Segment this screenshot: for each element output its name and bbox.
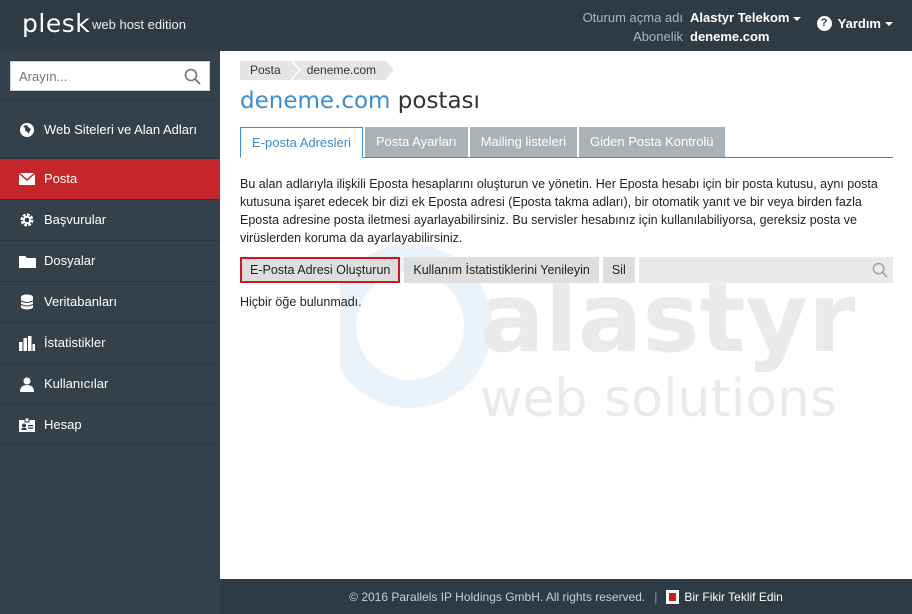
refresh-stats-button[interactable]: Kullanım İstatistiklerini Yenileyin — [404, 257, 599, 283]
suggest-idea-link[interactable]: Bir Fikir Teklif Edin — [666, 589, 783, 604]
sidebar-item-statistics[interactable]: İstatistikler — [0, 322, 220, 363]
help-label: Yardım — [837, 16, 881, 31]
account-info: Oturum açma adı Alastyr Telekom Abonelik… — [573, 8, 802, 46]
create-email-button[interactable]: E-Posta Adresi Oluşturun — [240, 257, 401, 283]
list-search-field[interactable] — [638, 257, 893, 283]
edition-label: web host edition — [92, 17, 186, 32]
login-name-menu[interactable]: Alastyr Telekom — [690, 8, 802, 27]
search-input[interactable] — [11, 62, 181, 90]
database-icon — [18, 294, 36, 310]
envelope-icon — [18, 171, 36, 187]
page-title-domain: deneme.com — [240, 88, 391, 114]
globe-icon — [18, 122, 36, 138]
breadcrumb-item-domain[interactable]: deneme.com — [292, 61, 395, 80]
page-title: deneme.com postası — [240, 88, 480, 114]
help-menu[interactable]: ? Yardım — [816, 16, 893, 31]
toolbar: E-Posta Adresi Oluşturun Kullanım İstati… — [240, 257, 893, 283]
copyright-text: © 2016 Parallels IP Holdings GmbH. All r… — [349, 589, 646, 604]
tab-email-addresses[interactable]: E-posta Adresleri — [240, 127, 363, 158]
footer-separator: | — [654, 589, 658, 604]
chevron-down-icon — [885, 21, 893, 26]
bar-chart-icon — [18, 335, 36, 351]
tab-outgoing-mail-control[interactable]: Giden Posta Kontrolü — [578, 127, 725, 157]
main-content: alastyr web solutions Posta deneme.com d… — [220, 51, 912, 579]
subscription-value: deneme.com — [690, 29, 770, 44]
sidebar-item-mail[interactable]: Posta — [0, 158, 220, 199]
plesk-logo[interactable]: plesk — [22, 9, 90, 38]
search-icon[interactable] — [872, 262, 888, 278]
page-title-suffix: postası — [397, 88, 480, 114]
sidebar-item-applications[interactable]: Başvurular — [0, 199, 220, 240]
user-icon — [18, 376, 36, 392]
breadcrumb: Posta deneme.com — [240, 61, 395, 80]
page-description: Bu alan adlarıyla ilişkili Eposta hesapl… — [240, 177, 878, 245]
suggest-idea-label: Bir Fikir Teklif Edin — [684, 589, 783, 604]
sidebar-item-files[interactable]: Dosyalar — [0, 240, 220, 281]
sidebar: Web Siteleri ve Alan Adları Posta Başvur… — [0, 51, 220, 614]
tab-bar: E-posta Adresleri Posta Ayarları Mailing… — [240, 127, 893, 158]
gear-icon — [18, 212, 36, 228]
sidebar-item-websites[interactable]: Web Siteleri ve Alan Adları — [0, 100, 220, 158]
empty-list-message: Hiçbir öğe bulunmadı. — [240, 295, 362, 309]
search-icon[interactable] — [184, 68, 201, 85]
chevron-down-icon — [793, 16, 802, 21]
delete-button[interactable]: Sil — [602, 257, 635, 283]
breadcrumb-item-mail[interactable]: Posta — [240, 61, 299, 80]
id-card-icon — [18, 417, 36, 433]
watermark-subtext: web solutions — [480, 369, 837, 429]
sidebar-item-databases[interactable]: Veritabanları — [0, 281, 220, 322]
footer: © 2016 Parallels IP Holdings GmbH. All r… — [220, 579, 912, 614]
sidebar-item-account[interactable]: Hesap — [0, 404, 220, 445]
subscription-label: Abonelik — [633, 29, 683, 44]
folder-icon — [18, 253, 36, 269]
tab-mail-settings[interactable]: Posta Ayarları — [365, 127, 468, 157]
login-name-label: Oturum açma adı — [582, 10, 683, 25]
sidebar-search — [10, 61, 210, 91]
idea-icon — [666, 589, 680, 604]
question-icon: ? — [816, 16, 832, 31]
tab-mailing-lists[interactable]: Mailing listeleri — [469, 127, 577, 157]
sidebar-nav: Web Siteleri ve Alan Adları Posta Başvur… — [0, 100, 220, 445]
sidebar-item-users[interactable]: Kullanıcılar — [0, 363, 220, 404]
top-header: plesk web host edition Oturum açma adı A… — [0, 0, 912, 51]
